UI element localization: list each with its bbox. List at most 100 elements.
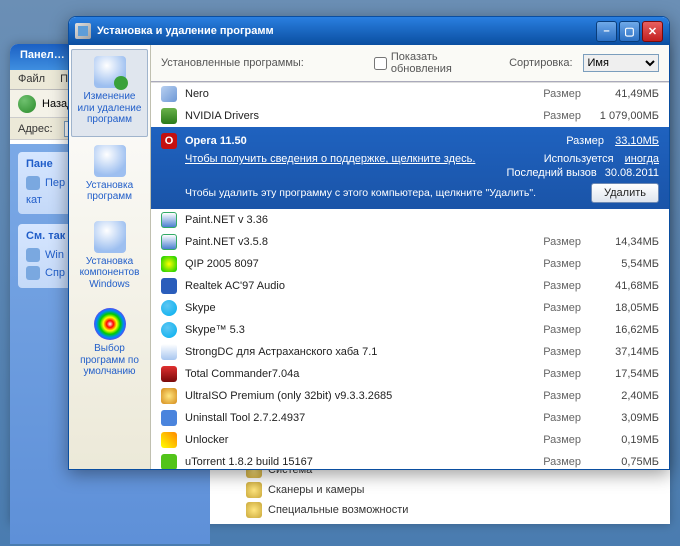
- sidebar-item-label: Изменение или удаление программ: [74, 91, 145, 126]
- program-row[interactable]: Paint.NET v3.5.8Размер14,34МБ: [151, 231, 669, 253]
- size-label: Размер: [529, 302, 581, 314]
- titlebar[interactable]: Установка и удаление программ – ▢ ✕: [69, 17, 669, 45]
- program-size: 5,54МБ: [589, 258, 659, 270]
- seealso-link[interactable]: Win: [45, 249, 64, 261]
- folder-icon: [26, 176, 40, 190]
- sidebar-item-defaults[interactable]: Выбор программ по умолчанию: [71, 302, 148, 388]
- program-name: QIP 2005 8097: [185, 258, 521, 270]
- program-icon: [161, 322, 177, 338]
- program-size: 0,19МБ: [589, 434, 659, 446]
- sidebar-item-label: Установка программ: [73, 180, 146, 203]
- program-list-area: Установленные программы: Показать обновл…: [151, 45, 669, 469]
- program-row[interactable]: StrongDC для Астраханского хаба 7.1Разме…: [151, 341, 669, 363]
- cpl-item[interactable]: Специальные возможности: [268, 504, 408, 516]
- close-button[interactable]: ✕: [642, 21, 663, 42]
- support-link[interactable]: Чтобы получить сведения о поддержке, щел…: [185, 153, 544, 165]
- task-link[interactable]: кат: [26, 194, 42, 206]
- program-name: UltraISO Premium (only 32bit) v9.3.3.268…: [185, 390, 521, 402]
- program-row[interactable]: Paint.NET v 3.36: [151, 209, 669, 231]
- program-name: Skype: [185, 302, 521, 314]
- help-icon: [26, 266, 40, 280]
- program-name: Skype™ 5.3: [185, 324, 521, 336]
- program-name: Uninstall Tool 2.7.2.4937: [185, 412, 521, 424]
- task-link[interactable]: Пер: [45, 177, 65, 189]
- program-name: Total Commander7.04a: [185, 368, 521, 380]
- sort-select[interactable]: Имя: [583, 54, 659, 72]
- program-list[interactable]: NeroРазмер41,49МБNVIDIA DriversРазмер1 0…: [151, 82, 669, 469]
- size-label: Размер: [529, 324, 581, 336]
- cpl-icon: [246, 502, 262, 518]
- used-value[interactable]: иногда: [625, 153, 659, 165]
- size-label: Размер: [566, 135, 604, 147]
- sidebar-item-install[interactable]: Установка программ: [71, 139, 148, 213]
- program-row[interactable]: UltraISO Premium (only 32bit) v9.3.3.268…: [151, 385, 669, 407]
- program-row[interactable]: SkypeРазмер18,05МБ: [151, 297, 669, 319]
- program-name: Paint.NET v 3.36: [185, 214, 659, 226]
- program-row[interactable]: Nero Размер 41,49МБ: [151, 83, 669, 105]
- program-size: 41,49МБ: [589, 88, 659, 100]
- program-size: 0,75МБ: [589, 456, 659, 468]
- program-row[interactable]: QIP 2005 8097Размер5,54МБ: [151, 253, 669, 275]
- maximize-button[interactable]: ▢: [619, 21, 640, 42]
- program-icon: [161, 278, 177, 294]
- program-row[interactable]: uTorrent 1.8.2 build 15167 Размер 0,75МБ: [151, 451, 669, 469]
- program-row[interactable]: Realtek AC'97 Audio Размер 41,68МБ: [151, 275, 669, 297]
- program-size: 41,68МБ: [589, 280, 659, 292]
- window-title: Установка и удаление программ: [97, 25, 596, 37]
- program-name: Nero: [185, 88, 521, 100]
- program-icon: [161, 344, 177, 360]
- used-label: Используется: [544, 153, 614, 165]
- seealso-link[interactable]: Спр: [45, 267, 65, 279]
- program-row[interactable]: Skype™ 5.3Размер16,62МБ: [151, 319, 669, 341]
- sidebar-item-label: Установка компонентов Windows: [73, 256, 146, 291]
- sidebar-item-change-remove[interactable]: Изменение или удаление программ: [71, 49, 148, 137]
- size-label: Размер: [529, 368, 581, 380]
- program-icon: [161, 86, 177, 102]
- address-label: Адрес:: [18, 123, 58, 135]
- program-icon: [161, 410, 177, 426]
- show-updates-check[interactable]: Показать обновления: [374, 51, 499, 75]
- remove-text: Чтобы удалить эту программу с этого комп…: [185, 187, 581, 199]
- minimize-button[interactable]: –: [596, 21, 617, 42]
- size-label: Размер: [529, 280, 581, 292]
- cpl-item[interactable]: Сканеры и камеры: [268, 484, 364, 496]
- program-size: 2,40МБ: [589, 390, 659, 402]
- program-row[interactable]: NVIDIA DriversРазмер1 079,00МБ: [151, 105, 669, 127]
- program-name: uTorrent 1.8.2 build 15167: [185, 456, 521, 468]
- sidebar-item-windows-components[interactable]: Установка компонентов Windows: [71, 215, 148, 301]
- program-name: Realtek AC'97 Audio: [185, 280, 521, 292]
- size-label: Размер: [529, 434, 581, 446]
- opera-icon: [161, 133, 177, 149]
- program-row[interactable]: Unlocker Размер 0,19МБ: [151, 429, 669, 451]
- program-icon: [161, 432, 177, 448]
- program-icon: [161, 108, 177, 124]
- program-size: 3,09МБ: [589, 412, 659, 424]
- program-name: Unlocker: [185, 434, 521, 446]
- program-icon: [161, 300, 177, 316]
- lastcall-label: Последний вызов: [506, 167, 596, 179]
- program-icon: [161, 256, 177, 272]
- remove-button[interactable]: Удалить: [591, 183, 659, 203]
- installed-label: Установленные программы:: [161, 57, 304, 69]
- size-label: Размер: [529, 88, 581, 100]
- program-icon: [161, 454, 177, 469]
- size-label: Размер: [529, 236, 581, 248]
- program-name: NVIDIA Drivers: [185, 110, 521, 122]
- size-label: Размер: [529, 456, 581, 468]
- program-row[interactable]: Uninstall Tool 2.7.2.4937Размер3,09МБ: [151, 407, 669, 429]
- category-sidebar: Изменение или удаление программ Установк…: [69, 45, 151, 469]
- program-name: Paint.NET v3.5.8: [185, 236, 521, 248]
- selected-size-link[interactable]: 33,10МБ: [615, 135, 659, 147]
- sort-label: Сортировка:: [509, 57, 572, 69]
- size-label: Размер: [529, 346, 581, 358]
- selected-program[interactable]: Opera 11.50 Размер 33,10МБ Чтобы получит…: [151, 127, 669, 209]
- show-updates-checkbox[interactable]: [374, 57, 387, 70]
- addremove-window: Установка и удаление программ – ▢ ✕ Изме…: [68, 16, 670, 470]
- back-icon[interactable]: [18, 95, 36, 113]
- program-icon: [161, 366, 177, 382]
- selected-name: Opera 11.50: [185, 135, 558, 147]
- menu-file[interactable]: Файл: [18, 73, 45, 85]
- sidebar-item-label: Выбор программ по умолчанию: [73, 343, 146, 378]
- program-size: 1 079,00МБ: [589, 110, 659, 122]
- program-row[interactable]: Total Commander7.04aРазмер17,54МБ: [151, 363, 669, 385]
